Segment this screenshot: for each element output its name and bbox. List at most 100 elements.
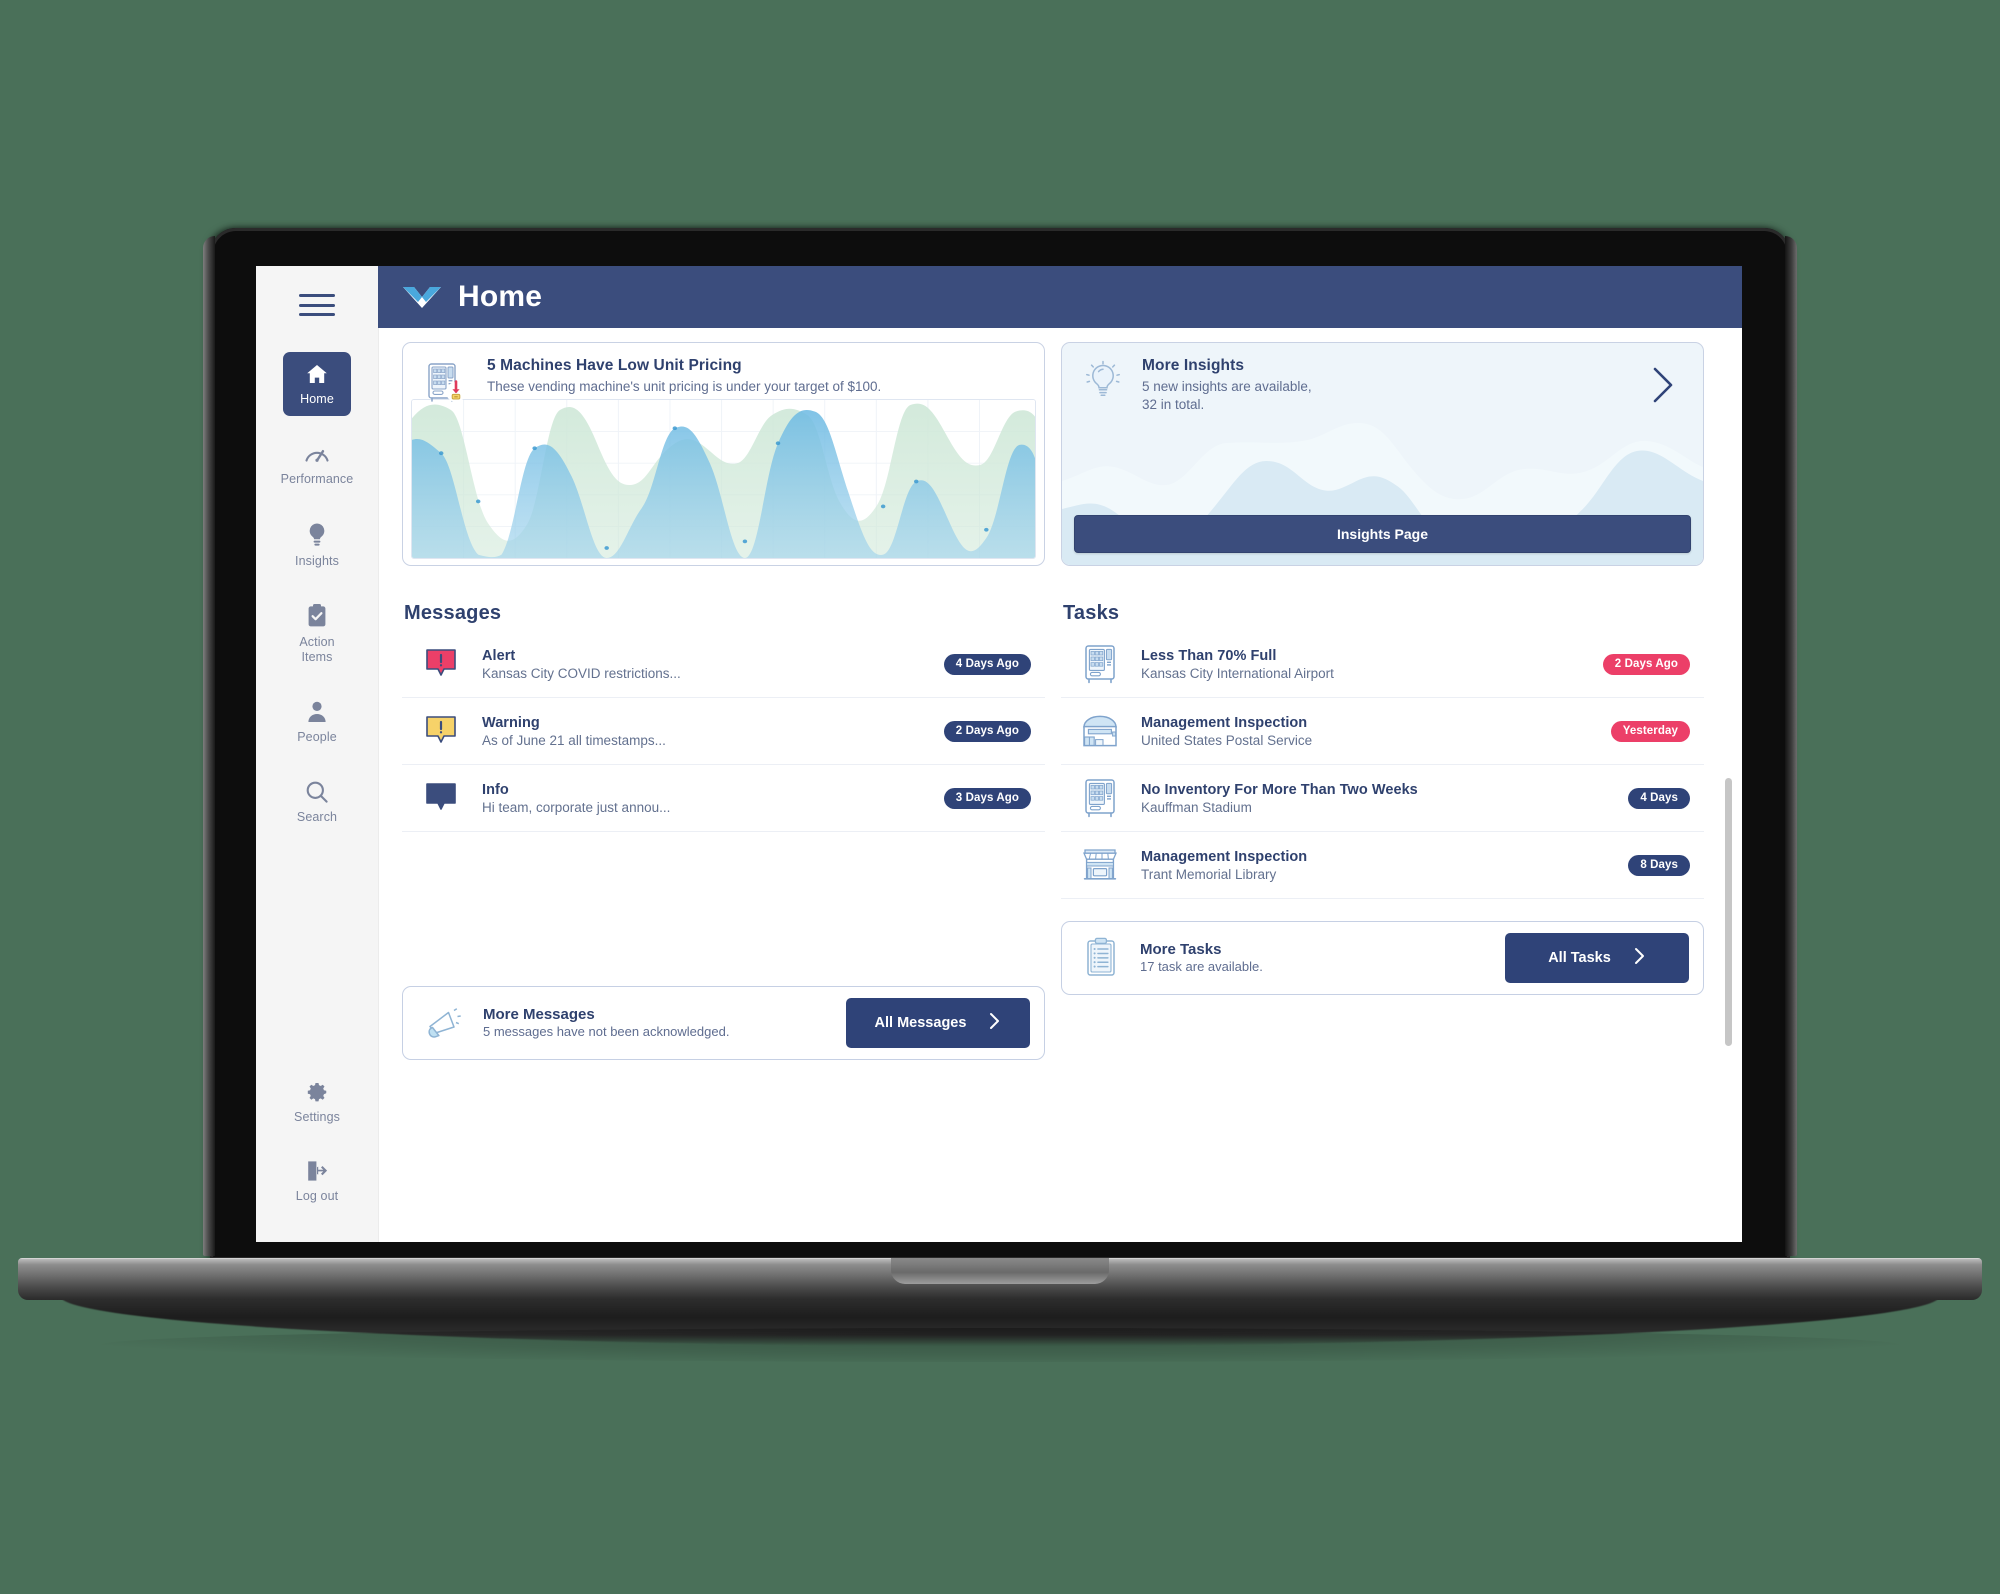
laptop-screen: Home Performance Insights Action Items P… <box>256 266 1742 1242</box>
message-text: Warning As of June 21 all timestamps... <box>482 715 926 748</box>
laptop-base <box>18 1258 1982 1300</box>
storefront-icon <box>1077 846 1123 884</box>
message-text: Alert Kansas City COVID restrictions... <box>482 648 926 681</box>
lists-columns: Messages Alert Kansas City COVID restric… <box>402 584 1704 1060</box>
task-title: Less Than 70% Full <box>1141 647 1277 664</box>
insights-page-button[interactable]: Insights Page <box>1074 515 1691 553</box>
message-preview: As of June 21 all timestamps... <box>482 732 666 748</box>
vending-machine-icon <box>1077 644 1123 684</box>
sidebar-item-logout[interactable]: Log out <box>283 1149 351 1226</box>
sidebar-item-label: Settings <box>294 1109 340 1124</box>
warning-speech-bubble-icon <box>418 714 464 748</box>
message-row[interactable]: Info Hi team, corporate just annou... 3 … <box>402 765 1045 832</box>
sidebar-item-home[interactable]: Home <box>283 352 351 416</box>
task-due-badge: 8 Days <box>1628 854 1690 876</box>
alert-speech-bubble-icon <box>418 647 464 681</box>
message-type: Warning <box>482 714 540 731</box>
sidebar-item-label: Action Items <box>299 635 335 664</box>
insight-card-low-unit-pricing[interactable]: 5 Machines Have Low Unit Pricing These v… <box>402 342 1045 566</box>
task-text: Management Inspection Trant Memorial Lib… <box>1141 849 1610 882</box>
more-messages-subtitle: 5 messages have not been acknowledged. <box>483 1023 730 1039</box>
clipboard-check-icon <box>306 603 328 629</box>
laptop-lid-edge-right <box>1785 236 1797 1256</box>
more-tasks-text: More Tasks 17 task are available. <box>1140 941 1489 976</box>
info-speech-bubble-icon <box>418 781 464 815</box>
sidebar: Home Performance Insights Action Items P… <box>256 266 378 1242</box>
laptop-lid-edge-left <box>203 236 215 1256</box>
task-title: Management Inspection <box>1141 714 1308 731</box>
insight-cards-row: 5 Machines Have Low Unit Pricing These v… <box>402 342 1704 566</box>
message-time-badge: 3 Days Ago <box>943 787 1031 809</box>
megaphone-icon <box>421 1000 467 1046</box>
insight-card-header: More Insights 5 new insights are availab… <box>1062 343 1703 414</box>
insight-card-title: More Insights <box>1142 357 1245 374</box>
sidebar-item-insights[interactable]: Insights <box>283 512 351 578</box>
lightbulb-icon <box>306 522 328 548</box>
tasks-list: Less Than 70% Full Kansas City Internati… <box>1061 631 1704 899</box>
sidebar-item-label: Search <box>296 809 338 824</box>
chevron-wing-logo <box>402 284 442 310</box>
all-messages-button-label: All Messages <box>874 1015 967 1031</box>
gauge-icon <box>303 442 331 466</box>
message-row[interactable]: Warning As of June 21 all timestamps... … <box>402 698 1045 765</box>
house-icon <box>304 362 330 386</box>
more-messages-text: More Messages 5 messages have not been a… <box>483 1006 830 1041</box>
task-location: Kansas City International Airport <box>1141 665 1334 681</box>
message-preview: Kansas City COVID restrictions... <box>482 665 681 681</box>
chevron-right-icon[interactable] <box>1645 363 1685 407</box>
sidebar-item-label: People <box>297 729 337 744</box>
task-due-badge: 4 Days <box>1628 787 1690 809</box>
all-messages-button[interactable]: All Messages <box>846 998 1030 1048</box>
task-location: Kauffman Stadium <box>1141 799 1252 815</box>
sidebar-item-performance[interactable]: Performance <box>280 432 354 496</box>
insight-card-text: 5 Machines Have Low Unit Pricing These v… <box>487 357 1026 396</box>
task-row[interactable]: Management Inspection United States Post… <box>1061 698 1704 765</box>
clipboard-list-icon <box>1080 935 1124 981</box>
hamburger-menu-icon[interactable] <box>299 294 335 316</box>
task-row[interactable]: Less Than 70% Full Kansas City Internati… <box>1061 631 1704 698</box>
insight-card-more-insights[interactable]: More Insights 5 new insights are availab… <box>1061 342 1704 566</box>
messages-list: Alert Kansas City COVID restrictions... … <box>402 631 1045 832</box>
task-due-badge: 2 Days Ago <box>1602 653 1690 675</box>
insight-card-subtitle: 5 new insights are available, 32 in tota… <box>1142 378 1629 414</box>
message-text: Info Hi team, corporate just annou... <box>482 782 926 815</box>
sidebar-item-label: Insights <box>295 553 339 568</box>
task-row[interactable]: No Inventory For More Than Two Weeks Kau… <box>1061 765 1704 832</box>
lightbulb-idea-icon <box>1080 357 1126 405</box>
sidebar-item-label: Performance <box>280 471 354 486</box>
sidebar-item-label: Log out <box>295 1189 339 1204</box>
message-time-badge: 4 Days Ago <box>943 653 1031 675</box>
sidebar-item-settings[interactable]: Settings <box>283 1070 351 1134</box>
laptop-lid: Home Performance Insights Action Items P… <box>203 228 1797 1260</box>
vertical-scrollbar[interactable] <box>1725 778 1732 1046</box>
sidebar-item-action-items[interactable]: Action Items <box>283 593 351 674</box>
sidebar-item-people[interactable]: People <box>283 690 351 754</box>
insight-card-subtitle: These vending machine's unit pricing is … <box>487 379 882 394</box>
task-row[interactable]: Management Inspection Trant Memorial Lib… <box>1061 832 1704 899</box>
more-tasks-card[interactable]: More Tasks 17 task are available. All Ta… <box>1061 921 1704 995</box>
messages-list-spacer <box>402 832 1045 964</box>
more-messages-card[interactable]: More Messages 5 messages have not been a… <box>402 986 1045 1060</box>
vending-machine-price-drop-icon <box>421 357 471 409</box>
more-tasks-subtitle: 17 task are available. <box>1140 958 1263 974</box>
message-type: Info <box>482 781 509 798</box>
messages-column: Messages Alert Kansas City COVID restric… <box>402 584 1045 1060</box>
all-tasks-button[interactable]: All Tasks <box>1505 933 1689 983</box>
task-title: Management Inspection <box>1141 848 1308 865</box>
insight-card-subtitle-line1: 5 new insights are available, <box>1142 379 1312 394</box>
app-root: Home Performance Insights Action Items P… <box>256 266 1742 1242</box>
all-tasks-button-label: All Tasks <box>1548 950 1611 966</box>
chevron-right-icon <box>988 1011 1001 1035</box>
sidebar-item-search[interactable]: Search <box>283 770 351 834</box>
logout-door-icon <box>305 1159 329 1183</box>
task-text: Less Than 70% Full Kansas City Internati… <box>1141 648 1585 681</box>
laptop-shadow <box>100 1328 1900 1362</box>
page-title: Home <box>458 280 543 313</box>
tasks-section-title: Tasks <box>1063 602 1120 624</box>
message-row[interactable]: Alert Kansas City COVID restrictions... … <box>402 631 1045 698</box>
more-tasks-title: More Tasks <box>1140 940 1222 958</box>
more-messages-title: More Messages <box>483 1005 595 1023</box>
tasks-column: Tasks Less Than 70% Full Kansas City Int… <box>1061 584 1704 1060</box>
task-title: No Inventory For More Than Two Weeks <box>1141 781 1418 798</box>
message-preview: Hi team, corporate just annou... <box>482 799 671 815</box>
